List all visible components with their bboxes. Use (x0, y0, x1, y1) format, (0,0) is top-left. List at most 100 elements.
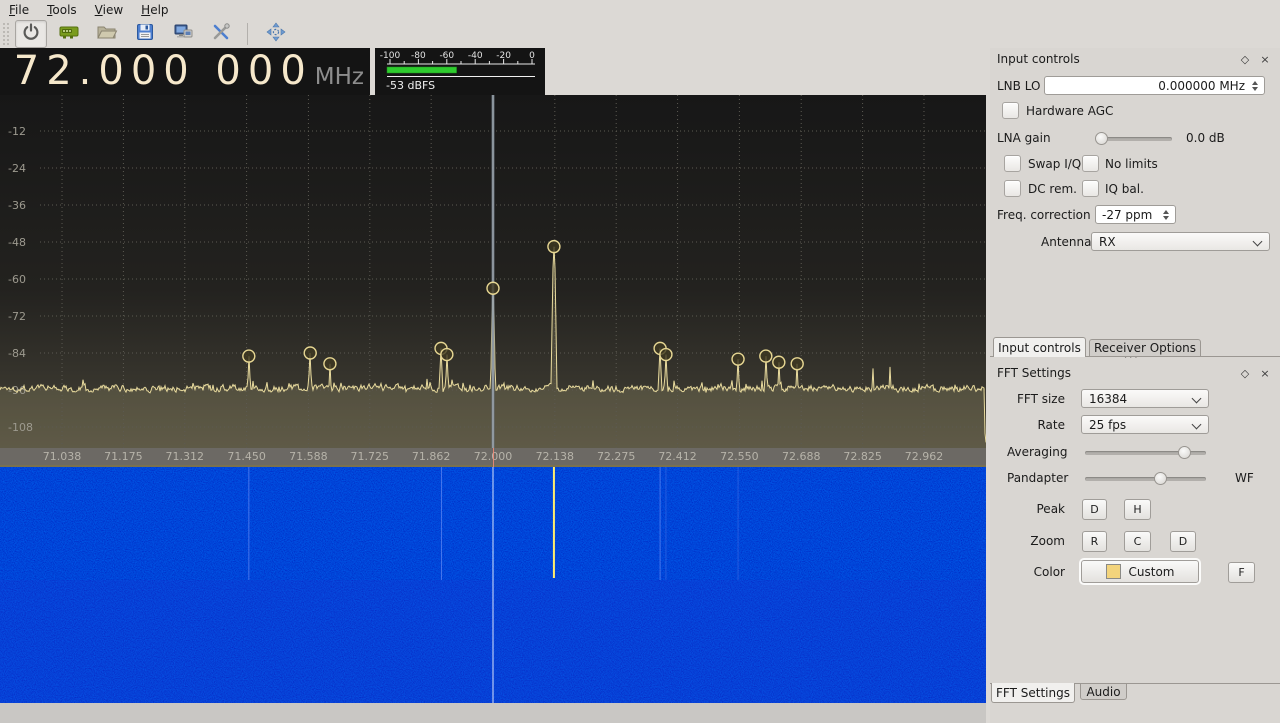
no-limits-checkbox[interactable] (1082, 155, 1099, 172)
lnb-lo-label: LNB LO (997, 79, 1040, 93)
fill-button[interactable]: F (1228, 562, 1255, 583)
antenna-dropdown[interactable]: RX (1091, 232, 1270, 251)
menu-help[interactable]: Help (132, 2, 177, 18)
lnb-lo-spinbox[interactable]: 0.000000 MHz (1044, 76, 1265, 95)
tab-audio[interactable]: Audio (1080, 683, 1127, 700)
spinner-arrows-icon[interactable] (1160, 206, 1172, 223)
lna-gain-value: 0.0 dB (1186, 131, 1225, 145)
averaging-label: Averaging (1007, 445, 1067, 459)
device-config-icon (58, 22, 80, 46)
freq-tick-label: 71.725 (340, 450, 400, 463)
rate-dropdown[interactable]: 25 fps (1081, 415, 1209, 434)
freq-tick-label: 71.038 (32, 450, 92, 463)
menu-file[interactable]: File (0, 2, 38, 18)
pan-arrows-icon (266, 22, 286, 46)
averaging-slider[interactable] (1085, 446, 1206, 459)
signal-strength-meter: -100-80-60-40-200-53 dBFS (375, 48, 545, 95)
svg-text:-84: -84 (8, 347, 26, 360)
menu-tools[interactable]: Tools (38, 2, 86, 18)
hardware-agc-label: Hardware AGC (1026, 104, 1113, 118)
power-icon (21, 22, 41, 46)
frequency-digits[interactable]: 72.000 000 (14, 48, 313, 95)
freq-tick-label: 72.962 (894, 450, 954, 463)
fft-settings-title: FFT Settings (997, 366, 1071, 380)
no-limits-label: No limits (1105, 157, 1158, 171)
swap-iq-checkbox[interactable] (1004, 155, 1021, 172)
freq-tick-label: 71.450 (217, 450, 277, 463)
spinner-arrows-icon[interactable] (1249, 77, 1261, 94)
tab-receiver-options[interactable]: Receiver Options (1089, 339, 1201, 357)
close-dock-icon[interactable]: × (1258, 366, 1272, 380)
dc-rem-label: DC rem. (1028, 182, 1077, 196)
frequency-unit: MHz (315, 64, 364, 90)
hardware-agc-checkbox[interactable] (1002, 102, 1019, 119)
zoom-label: Zoom (996, 534, 1065, 548)
fft-size-label: FFT size (996, 392, 1065, 406)
freq-tick-label: 71.862 (401, 450, 461, 463)
float-dock-icon[interactable]: ◇ (1238, 366, 1252, 380)
svg-text:-12: -12 (8, 125, 26, 138)
freq-tick-label: 72.825 (833, 450, 893, 463)
lna-gain-label: LNA gain (997, 131, 1051, 145)
pandapter-plot[interactable]: -12-24-36-48-60-72-84-96-108 (0, 95, 986, 448)
chevron-down-icon (1192, 394, 1202, 404)
svg-text:-72: -72 (8, 310, 26, 323)
freq-tick-label: 72.275 (586, 450, 646, 463)
freq-tick-label: 72.550 (709, 450, 769, 463)
control-panel: Input controls ◇ × LNB LO 0.000000 MHz H… (990, 48, 1280, 723)
tools-icon (211, 22, 231, 46)
freq-tick-label: 71.588 (278, 450, 338, 463)
waterfall-display[interactable] (0, 467, 986, 703)
tab-input-controls[interactable]: Input controls (993, 337, 1086, 357)
freq-tick-label: 71.175 (93, 450, 153, 463)
frequency-axis[interactable]: 71.03871.17571.31271.45071.58871.72571.8… (0, 448, 986, 467)
configure-io-button[interactable] (53, 20, 85, 48)
save-icon (135, 22, 155, 46)
peak-detect-button[interactable]: D (1082, 499, 1107, 520)
io-devices-icon (172, 22, 194, 46)
freq-correction-spinbox[interactable]: -27 ppm (1095, 205, 1176, 224)
color-label: Color (996, 565, 1065, 579)
swap-iq-label: Swap I/Q (1028, 157, 1081, 171)
io-devices-button[interactable] (167, 20, 199, 48)
iq-bal-checkbox[interactable] (1082, 180, 1099, 197)
pandapter-wf-slider[interactable] (1085, 472, 1206, 485)
save-button[interactable] (129, 20, 161, 48)
freq-tick-label: 71.312 (155, 450, 215, 463)
tuning-line[interactable] (493, 448, 494, 467)
close-dock-icon[interactable]: × (1258, 52, 1272, 66)
fft-size-dropdown[interactable]: 16384 (1081, 389, 1209, 408)
peak-hold-button[interactable]: H (1124, 499, 1151, 520)
pan-button[interactable] (260, 20, 292, 48)
svg-text:-24: -24 (8, 162, 26, 175)
status-strip (0, 703, 986, 723)
open-file-icon (96, 22, 118, 46)
tools-button[interactable] (205, 20, 237, 48)
chevron-down-icon (1192, 420, 1202, 430)
frequency-display[interactable]: 72.000 000 MHz (0, 48, 370, 95)
float-dock-icon[interactable]: ◇ (1238, 52, 1252, 66)
freq-tick-label: 72.138 (525, 450, 585, 463)
toolbar-separator (247, 23, 248, 45)
svg-text:-108: -108 (8, 421, 33, 434)
input-controls-title: Input controls (997, 52, 1080, 66)
freq-tick-label: 72.688 (771, 450, 831, 463)
tab-fft-settings[interactable]: FFT Settings (991, 683, 1075, 703)
zoom-reset-button[interactable]: R (1082, 531, 1107, 552)
freq-tick-label: 72.412 (648, 450, 708, 463)
zoom-center-button[interactable]: C (1124, 531, 1151, 552)
chevron-down-icon (1253, 237, 1263, 247)
start-dsp-button[interactable] (15, 20, 47, 48)
lna-gain-slider[interactable] (1098, 132, 1172, 145)
toolbar (0, 19, 1280, 48)
menu-view[interactable]: View (86, 2, 132, 18)
color-swatch-icon (1106, 564, 1121, 579)
zoom-demod-button[interactable]: D (1170, 531, 1196, 552)
toolbar-drag-handle[interactable] (2, 22, 9, 46)
freq-correction-label: Freq. correction (997, 208, 1091, 222)
open-file-button[interactable] (91, 20, 123, 48)
dc-rem-checkbox[interactable] (1004, 180, 1021, 197)
color-custom-button[interactable]: Custom (1081, 560, 1199, 583)
menu-bar: File Tools View Help (0, 0, 1280, 19)
iq-bal-label: IQ bal. (1105, 182, 1144, 196)
